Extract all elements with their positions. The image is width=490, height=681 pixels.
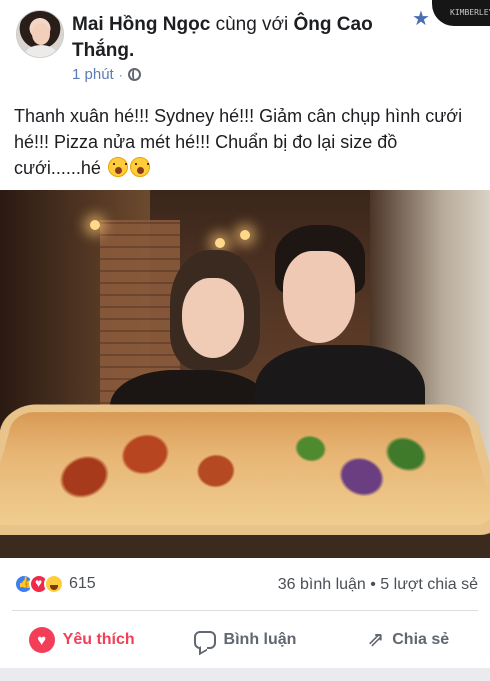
photo-pizza — [0, 404, 490, 536]
with-text: cùng với — [215, 14, 289, 35]
comments-shares-count[interactable]: 36 bình luận • 5 lượt chia sẻ — [278, 576, 478, 594]
reaction-count: 615 — [69, 575, 96, 592]
share-label: Chia sẻ — [392, 631, 450, 648]
share-button[interactable]: ⇗ Chia sẻ — [327, 618, 490, 662]
post-meta: 1 phút · — [72, 66, 141, 83]
post-header: Mai Hồng Ngọc cùng với Ông Cao Thắng. 1 … — [0, 0, 490, 92]
emoji-icon — [107, 157, 128, 177]
post-photo[interactable] — [0, 190, 490, 558]
post-text: Thanh xuân hé!!! Sydney hé!!! Giảm cân c… — [14, 103, 478, 181]
star-icon[interactable]: ★ — [410, 8, 432, 30]
photo-lamp — [215, 238, 225, 248]
photo-face — [283, 251, 355, 343]
reaction-summary[interactable]: 615 — [14, 574, 96, 594]
meta-dot: · — [118, 67, 123, 82]
avatar-face — [32, 23, 50, 45]
post-time[interactable]: 1 phút — [72, 66, 114, 83]
photo-face — [182, 278, 244, 358]
heart-icon: ♥ — [28, 627, 55, 653]
photo-lamp — [240, 230, 250, 240]
post-body-text: Thanh xuân hé!!! Sydney hé!!! Giảm cân c… — [14, 106, 463, 178]
corner-thumbnail[interactable]: KIMBERLEY — [432, 0, 490, 26]
haha-reaction-icon — [44, 574, 64, 594]
globe-icon[interactable] — [127, 68, 141, 81]
author-line: Mai Hồng Ngọc cùng với Ông Cao Thắng. — [72, 12, 402, 64]
like-label: Yêu thích — [62, 631, 135, 648]
emoji-icon — [129, 157, 150, 177]
feed-separator — [0, 668, 490, 681]
like-button[interactable]: ♥ Yêu thích — [0, 618, 163, 662]
action-bar: ♥ Yêu thích Bình luận ⇗ Chia sẻ — [0, 618, 490, 662]
comment-label: Bình luận — [223, 631, 297, 648]
comment-icon — [193, 631, 216, 649]
avatar[interactable] — [16, 10, 64, 58]
photo-lamp — [90, 220, 100, 230]
comment-button[interactable]: Bình luận — [163, 618, 326, 662]
avatar-body — [25, 45, 57, 57]
divider — [12, 610, 478, 611]
post-stats: 615 36 bình luận • 5 lượt chia sẻ — [0, 568, 490, 604]
author-name[interactable]: Mai Hồng Ngọc — [72, 14, 210, 35]
corner-thumbnail-sign: KIMBERLEY — [450, 8, 490, 17]
share-icon: ⇗ — [367, 629, 385, 651]
